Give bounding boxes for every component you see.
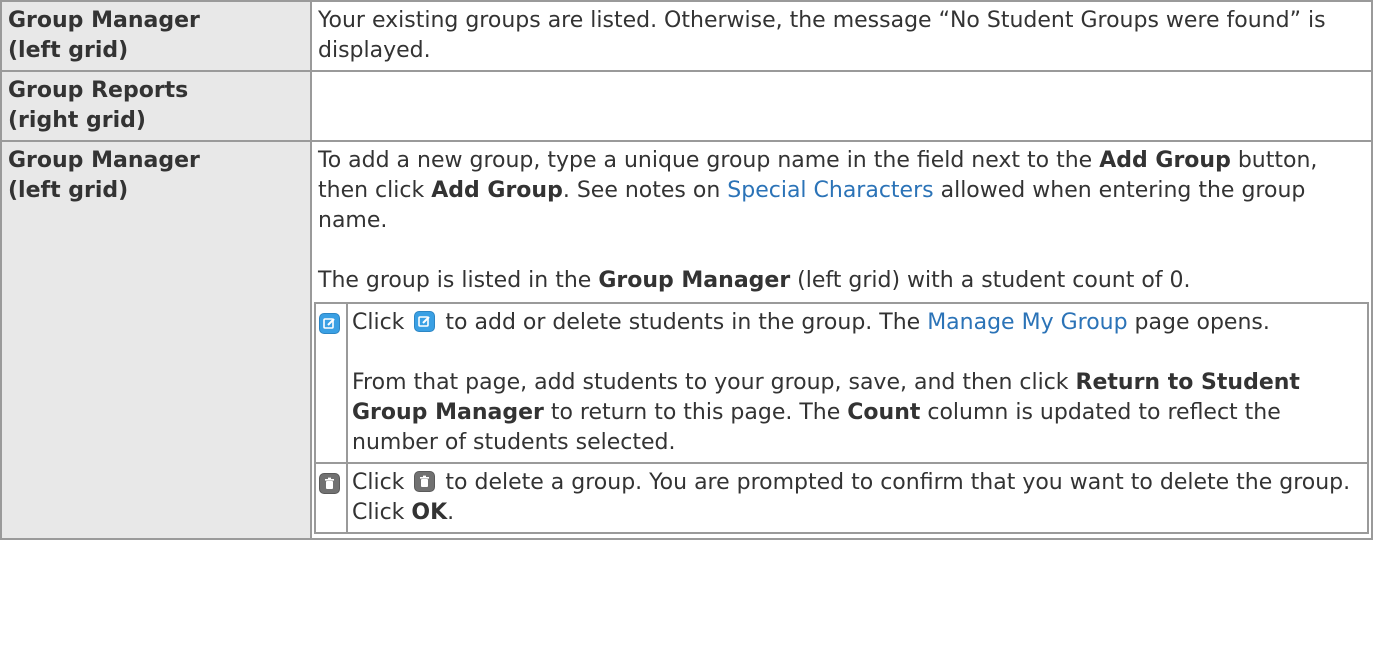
text-run: to add or delete students in the group. … — [438, 310, 928, 335]
text-run: . See notes on — [562, 178, 728, 203]
add-group-paragraph: To add a new group, type a unique group … — [318, 146, 1365, 236]
text-run: Click — [352, 470, 412, 495]
text-run: To add a new group, type a unique group … — [318, 148, 1100, 173]
icon-cell — [314, 462, 348, 534]
help-table: Group Manager (left grid) Your existing … — [0, 0, 1373, 540]
text-run: From that page, add students to your gro… — [352, 370, 1076, 395]
group-listed-paragraph: The group is listed in the Group Manager… — [318, 266, 1365, 296]
text-run: (left grid) with a student count of 0. — [790, 268, 1191, 293]
row-header: Group Manager (left grid) — [0, 0, 312, 72]
row-description — [310, 70, 1373, 142]
bold-term-ok: OK — [411, 500, 448, 525]
text-run: The group is listed in the — [318, 268, 599, 293]
row-header: Group Manager (left grid) — [0, 140, 312, 540]
icon-cell — [314, 302, 348, 464]
row-header-title: Group Manager — [8, 8, 200, 33]
table-row: Group Manager (left grid) Your existing … — [0, 0, 1373, 72]
row-description: Your existing groups are listed. Otherwi… — [310, 0, 1373, 72]
trash-icon — [319, 473, 340, 494]
row-header: Group Reports (right grid) — [0, 70, 312, 142]
table-row: Group Manager (left grid) To add a new g… — [0, 140, 1373, 540]
text-run: page opens. — [1127, 310, 1270, 335]
table-row: Click to add or delete students in the g… — [314, 302, 1369, 464]
bold-term-add-group: Add Group — [1099, 148, 1231, 173]
manage-my-group-link[interactable]: Manage My Group — [927, 310, 1127, 335]
trash-icon — [414, 471, 436, 492]
text-run: . — [447, 500, 455, 525]
edit-icon — [319, 313, 340, 334]
bold-term-count: Count — [847, 400, 921, 425]
bold-term-add-group: Add Group — [431, 178, 563, 203]
edit-paragraph: Click to add or delete students in the g… — [352, 308, 1363, 338]
text-run: to delete a group. You are prompted to c… — [352, 470, 1351, 525]
table-row: Group Reports (right grid) — [0, 70, 1373, 142]
text-run: Click — [352, 310, 412, 335]
delete-paragraph: Click to delete a group. You are prompte… — [352, 468, 1363, 528]
row-header-title: Group Reports — [8, 78, 189, 103]
row-description: To add a new group, type a unique group … — [310, 140, 1373, 540]
special-characters-link[interactable]: Special Characters — [727, 178, 933, 203]
edit-description: Click to add or delete students in the g… — [346, 302, 1369, 464]
delete-description: Click to delete a group. You are prompte… — [346, 462, 1369, 534]
icon-actions-table: Click to add or delete students in the g… — [314, 302, 1369, 534]
row-header-subtitle: (left grid) — [8, 38, 129, 63]
table-row: Click to delete a group. You are prompte… — [314, 462, 1369, 534]
bold-term-group-manager: Group Manager — [598, 268, 791, 293]
row-header-subtitle: (left grid) — [8, 178, 129, 203]
row-header-title: Group Manager — [8, 148, 200, 173]
row-header-subtitle: (right grid) — [8, 108, 146, 133]
description-text: Your existing groups are listed. Otherwi… — [318, 8, 1326, 63]
return-paragraph: From that page, add students to your gro… — [352, 368, 1363, 458]
edit-icon — [414, 311, 436, 332]
text-run: to return to this page. The — [543, 400, 848, 425]
